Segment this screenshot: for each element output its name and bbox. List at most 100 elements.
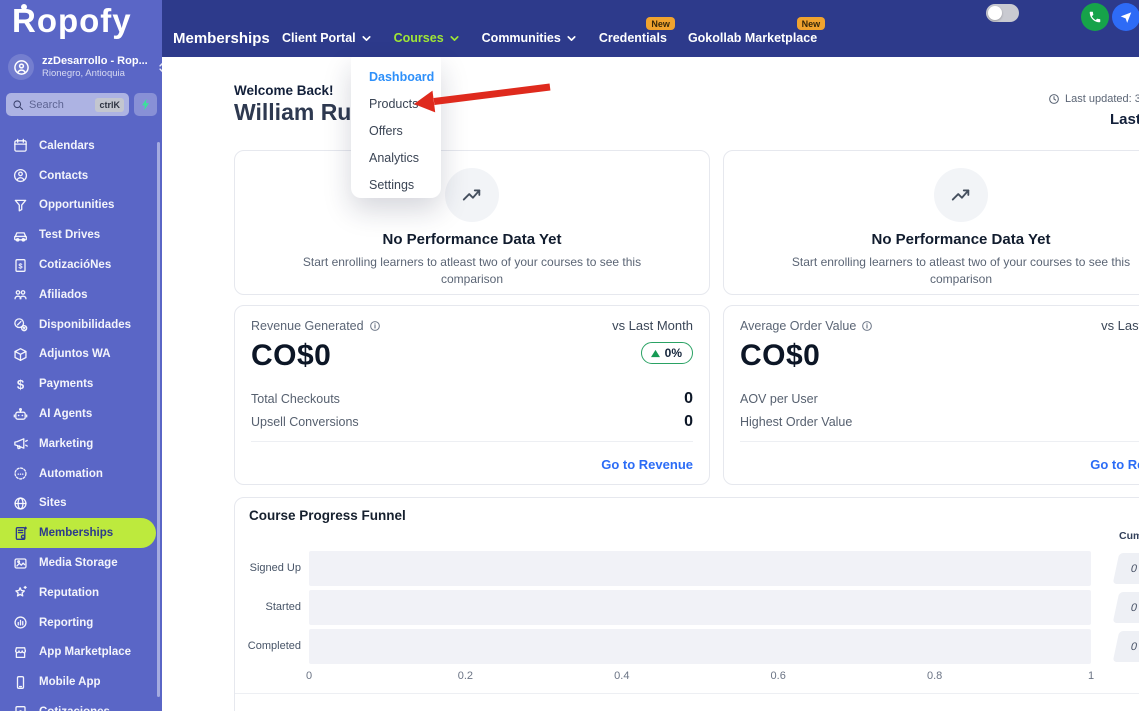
sidebar-menu: Calendars Contacts Opportunities Test Drive… <box>0 131 162 711</box>
trend-up-icon <box>950 184 972 206</box>
date-range-selector[interactable]: Last <box>1110 111 1139 128</box>
app-root: Ropofy zzDesarrollo - Rop... Rionegro, A… <box>0 0 1139 711</box>
sidebar-scrollbar[interactable] <box>156 142 160 697</box>
empty-state-title: No Performance Data Yet <box>382 231 562 248</box>
quote-icon <box>13 705 28 711</box>
cumulative-value-box: 0 <box>1112 553 1139 584</box>
sidebar-item-test-drives[interactable]: Test Drives <box>0 220 162 250</box>
sidebar-item-cotizaciones[interactable]: Cotizaciones <box>0 697 162 711</box>
go-to-revenue-link[interactable]: Go to Revenue <box>1090 457 1139 472</box>
nav-item-courses[interactable]: Courses <box>394 31 461 45</box>
sidebar-item-marketing[interactable]: Marketing <box>0 429 162 459</box>
sidebar-item-label: Calendars <box>39 139 95 152</box>
sidebar-item-reporting[interactable]: Reporting <box>0 608 162 638</box>
sidebar-item-label: Sites <box>39 497 67 510</box>
sidebar-item-adjuntos-wa[interactable]: Adjuntos WA <box>0 340 162 370</box>
sidebar-item-opportunities[interactable]: Opportunities <box>0 191 162 221</box>
trend-up-icon <box>461 184 483 206</box>
opportunities-icon <box>13 198 28 213</box>
menu-item-analytics[interactable]: Analytics <box>351 145 441 172</box>
sidebar-item-label: Disponibilidades <box>39 318 132 331</box>
compare-label: vs Last Month <box>1101 318 1139 333</box>
sidebar-item-media-storage[interactable]: Media Storage <box>0 548 162 578</box>
phone-icon <box>1088 10 1102 24</box>
triangle-up-icon <box>650 349 661 358</box>
nav-item-credentials[interactable]: Credentials New <box>599 17 675 45</box>
x-axis-tick-label: 0 <box>305 670 313 682</box>
funnel-category-label: Started <box>265 601 301 613</box>
quick-action-button[interactable] <box>134 93 157 116</box>
sidebar-item-label: Payments <box>39 378 94 391</box>
funnel-title: Course Progress Funnel <box>249 508 406 523</box>
search-placeholder: Search <box>29 98 64 111</box>
new-badge: New <box>796 17 826 30</box>
red-arrow-annotation <box>414 83 551 113</box>
search-input[interactable]: Search ctrlK <box>6 93 129 116</box>
sidebar-item-automation[interactable]: Automation <box>0 459 162 489</box>
attachment-box-icon <box>13 347 28 362</box>
reputation-icon <box>13 585 28 600</box>
stat-row: Total Checkouts 0 <box>251 387 693 410</box>
sidebar-item-memberships[interactable]: Memberships <box>0 518 156 549</box>
calendar-icon <box>13 138 28 153</box>
launcher-icon <box>1119 10 1133 24</box>
info-icon[interactable] <box>369 320 381 332</box>
cumulative-value: 0 <box>1129 601 1139 614</box>
memberships-icon <box>13 526 28 541</box>
sidebar-item-calendars[interactable]: Calendars <box>0 131 162 161</box>
course-progress-funnel-card: Course Progress Funnel Signed Up 0 Started… <box>234 497 1139 711</box>
launcher-button[interactable] <box>1112 3 1139 31</box>
availability-icon <box>13 317 28 332</box>
x-axis-tick-label: 0.2 <box>457 670 474 682</box>
nav-item-client-portal[interactable]: Client Portal <box>282 31 373 45</box>
sidebar-item-mobile-app[interactable]: Mobile App <box>0 667 162 697</box>
sidebar-item-cotizaci-nes[interactable]: CotizacióNes <box>0 250 162 280</box>
theme-toggle[interactable] <box>986 4 1019 22</box>
phone-button[interactable] <box>1081 3 1109 31</box>
sidebar-item-reputation[interactable]: Reputation <box>0 578 162 608</box>
sidebar-item-disponibilidades[interactable]: Disponibilidades <box>0 310 162 340</box>
main-content: Welcome Back! William Ru Last updated: 3… <box>162 57 1139 711</box>
account-switcher[interactable]: zzDesarrollo - Rop... Rionegro, Antioqui… <box>8 54 156 80</box>
menu-item-offers[interactable]: Offers <box>351 118 441 145</box>
menu-item-settings[interactable]: Settings <box>351 172 441 199</box>
aov-card-title: Average Order Value <box>740 318 857 333</box>
stat-row-label: Total Checkouts <box>251 391 340 406</box>
payments-icon <box>13 377 28 392</box>
chevron-down-icon <box>565 32 578 45</box>
sidebar-item-contacts[interactable]: Contacts <box>0 161 162 191</box>
stat-row: Highest Order Value <box>740 410 1139 433</box>
sidebar-item-label: Memberships <box>39 527 114 540</box>
account-location: Rionegro, Antioquia <box>42 68 125 79</box>
info-icon[interactable] <box>861 320 873 332</box>
sidebar-item-label: Test Drives <box>39 229 101 242</box>
nav-item-label: Client Portal <box>282 31 356 45</box>
x-axis-tick-label: 0.4 <box>614 670 630 682</box>
sidebar-item-ai-agents[interactable]: AI Agents <box>0 399 162 429</box>
stat-row-value: 0 <box>684 412 693 430</box>
chevron-down-icon <box>448 32 461 45</box>
go-to-revenue-link[interactable]: Go to Revenue <box>601 457 693 472</box>
empty-state-description: Start enrolling learners to atleast two … <box>791 255 1131 287</box>
revenue-card-title: Revenue Generated <box>251 318 364 333</box>
cumulative-value-box: 0 <box>1112 592 1139 623</box>
x-axis-tick-label: 0.8 <box>926 670 943 682</box>
nav-items: Client Portal Courses Communities Credentia… <box>282 17 826 49</box>
cumulative-value: 0 <box>1129 640 1139 653</box>
nav-item-gokollab-marketplace[interactable]: Gokollab Marketplace New <box>688 17 826 45</box>
brand-logo[interactable]: Ropofy <box>12 2 132 40</box>
stat-row-label: Highest Order Value <box>740 414 853 429</box>
chevron-updown-icon <box>156 61 169 74</box>
avatar <box>8 54 34 80</box>
cumulative-value-box: 0 <box>1112 631 1139 662</box>
sidebar-item-afiliados[interactable]: Afiliados <box>0 280 162 310</box>
sidebar-item-label: Reputation <box>39 586 100 599</box>
sidebar-item-sites[interactable]: Sites <box>0 489 162 519</box>
sidebar-item-payments[interactable]: Payments <box>0 369 162 399</box>
search-shortcut-badge: ctrlK <box>95 97 124 112</box>
nav-item-communities[interactable]: Communities <box>482 31 578 45</box>
sidebar-item-app-marketplace[interactable]: App Marketplace <box>0 638 162 668</box>
avatar-icon <box>13 59 30 76</box>
funnel-bar-track <box>309 551 1091 586</box>
app-marketplace-icon <box>13 645 28 660</box>
